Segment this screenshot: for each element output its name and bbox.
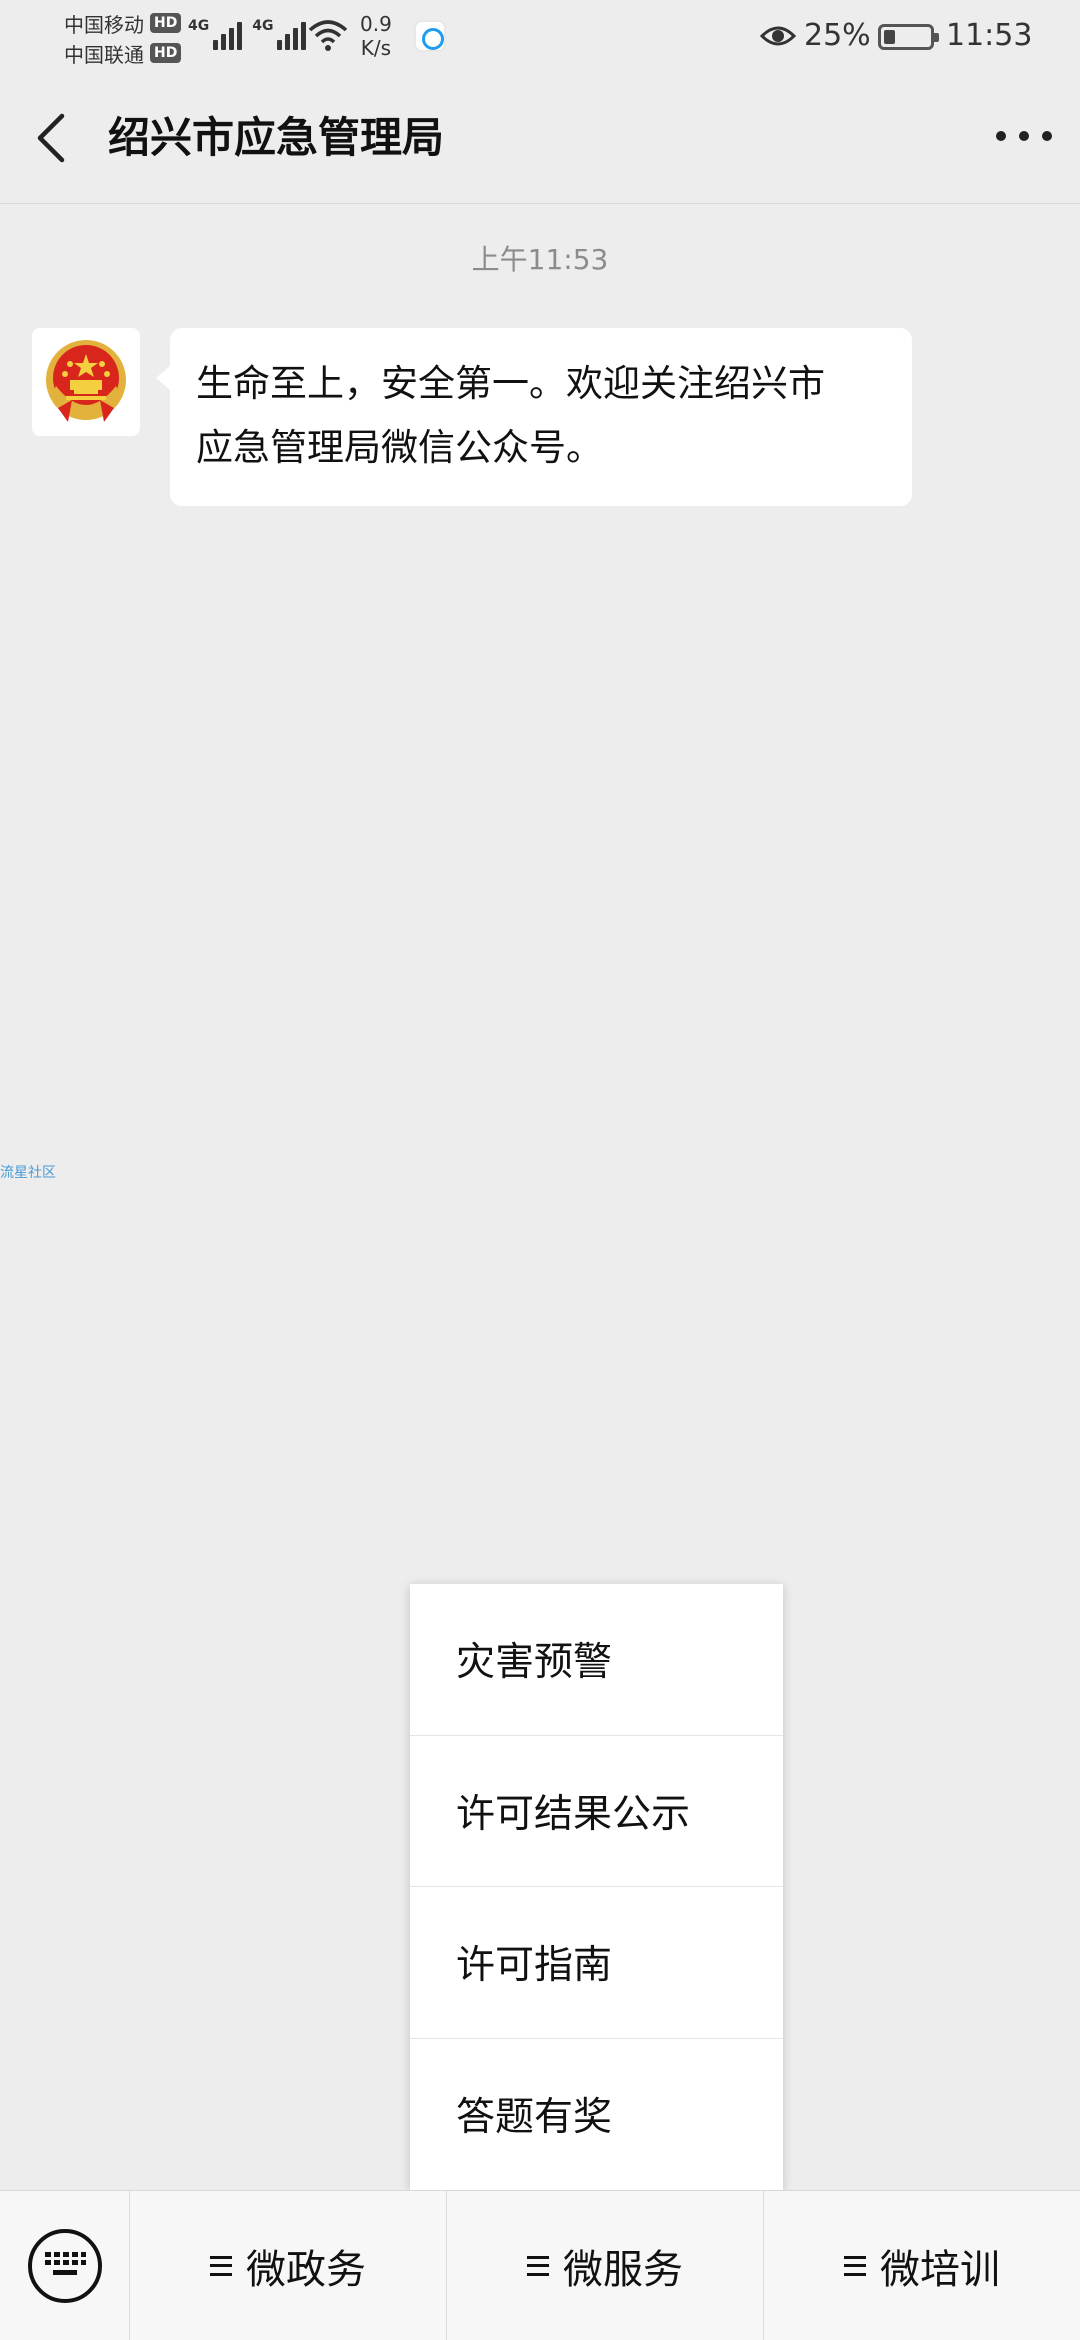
keyboard-icon — [44, 2251, 86, 2275]
welcome-message-bubble[interactable]: 生命至上，安全第一。欢迎关注绍兴市 应急管理局微信公众号。 — [156, 328, 912, 506]
hd-badge: HD — [150, 43, 182, 63]
carrier-2: 中国联通 — [64, 42, 144, 67]
carrier-info: 中国移动 HD 中国联通 HD — [64, 8, 184, 68]
network-type-2: 4G — [252, 18, 274, 34]
notification-app-icon — [414, 20, 446, 52]
network-type-1: 4G — [188, 18, 210, 34]
status-time: 11:53 — [946, 18, 1033, 53]
menu-item-disaster-warning[interactable]: 灾害预警 — [410, 1584, 783, 1736]
menu-item-quiz-prize[interactable]: 答题有奖 — [410, 2039, 783, 2191]
battery-fill — [884, 30, 895, 44]
tab-micro-service[interactable]: 微服务 — [447, 2190, 764, 2340]
hd-badge: HD — [150, 13, 182, 33]
battery-icon — [878, 24, 939, 50]
signal-group: 4G 4G — [188, 18, 307, 50]
wechat-official-account-chat: 中国移动 HD 中国联通 HD 4G 4G 0.9 K/s 25% 11:53 … — [0, 0, 1080, 2340]
menu-item-permit-results[interactable]: 许可结果公示 — [410, 1736, 783, 1887]
menu-lines-icon — [210, 2255, 232, 2276]
page-title: 绍兴市应急管理局 — [108, 113, 445, 162]
message-line: 应急管理局微信公众号。 — [196, 426, 603, 469]
eye-comfort-icon — [760, 26, 796, 46]
tab-micro-training[interactable]: 微培训 — [764, 2191, 1080, 2340]
chevron-left-icon — [37, 113, 65, 163]
nav-bar: 绍兴市应急管理局 — [0, 72, 1080, 204]
back-button[interactable] — [28, 108, 80, 168]
watermark: 流星社区 — [0, 1165, 56, 1181]
message-line: 生命至上，安全第一。欢迎关注绍兴市 — [196, 362, 825, 405]
message-timestamp: 上午11:53 — [471, 243, 609, 276]
avatar[interactable] — [32, 328, 140, 436]
status-bar: 中国移动 HD 中国联通 HD 4G 4G 0.9 K/s 25% 11:53 — [0, 0, 1080, 72]
menu-lines-icon — [844, 2255, 866, 2276]
menu-item-permit-guide[interactable]: 许可指南 — [410, 1887, 783, 2039]
signal-bars-icon — [277, 18, 307, 50]
submenu-popup: 灾害预警 许可结果公示 许可指南 答题有奖 — [410, 1584, 783, 2190]
battery-percent: 25% — [804, 18, 871, 53]
menu-lines-icon — [527, 2255, 549, 2276]
bottom-menu-bar: 微政务 微服务 微培训 — [0, 2190, 1080, 2340]
more-button[interactable] — [996, 116, 1052, 156]
national-emblem-icon — [46, 340, 126, 422]
network-speed: 0.9 K/s — [360, 12, 392, 60]
keyboard-toggle-button[interactable] — [0, 2190, 130, 2340]
signal-bars-icon — [213, 18, 243, 50]
more-dots-icon — [996, 131, 1006, 141]
tab-micro-government[interactable]: 微政务 — [130, 2190, 447, 2340]
carrier-1: 中国移动 — [64, 12, 144, 37]
wifi-icon — [308, 20, 348, 51]
